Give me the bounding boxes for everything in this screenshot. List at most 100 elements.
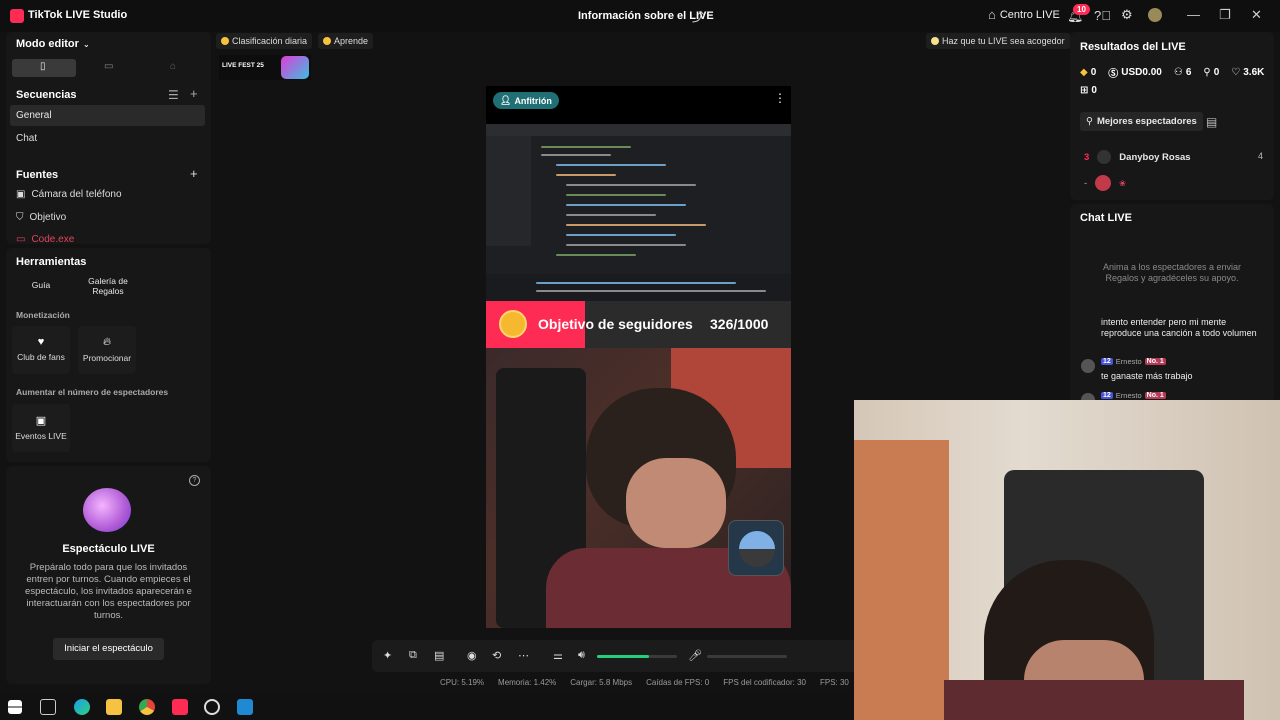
viewer-avatar — [1097, 150, 1112, 164]
task-view-icon[interactable] — [40, 699, 56, 715]
add-sequence-icon[interactable]: + — [190, 86, 198, 101]
mode-selector[interactable]: Modo editor ⌄ — [16, 38, 90, 50]
locked-mode-tab[interactable]: ⌂ — [144, 59, 208, 77]
source-label: Cámara del teléfono — [31, 189, 122, 200]
file-explorer-icon[interactable] — [106, 699, 122, 715]
tools-title: Herramientas — [16, 256, 87, 268]
start-show-button[interactable]: Iniciar el espectáculo — [53, 638, 164, 660]
monetization-title: Monetización — [16, 310, 70, 320]
rank-badge: No. 1 — [1144, 358, 1166, 365]
microphone-icon[interactable]: 🎤︎ — [688, 649, 702, 662]
fps-stat: FPS: 30 — [819, 678, 849, 687]
avatar[interactable] — [1148, 8, 1162, 22]
tool-guia[interactable]: Guía — [16, 280, 66, 290]
live-preview[interactable]: 👤︎ Anfitrión ⋮ Objetivo de seguidores 326… — [486, 86, 791, 628]
viewer-avatar — [1095, 175, 1112, 191]
bulb-icon — [931, 37, 939, 45]
coin-icon: Ⓢ — [1108, 69, 1119, 80]
chat-username[interactable]: Ernesto — [1116, 357, 1142, 366]
tip-chip[interactable]: Haz que tu LIVE sea acogedor — [926, 33, 1070, 49]
chat-message: intento entender pero mi mente reproduce… — [1101, 317, 1257, 338]
sequence-label: General — [16, 110, 52, 121]
record-icon[interactable]: ◉ — [467, 649, 477, 662]
heart-icon: ♥ — [37, 336, 45, 348]
results-panel: Resultados del LIVE ◆ 0 Ⓢ USD0.00 ⚇ 6 ⚲ 0 ♡ 3… — [1070, 32, 1274, 200]
top-viewers-tab[interactable]: ⚲ Mejores espectadores — [1080, 112, 1203, 131]
viewer-name: Danyboy Rosas — [1119, 151, 1191, 163]
close-icon[interactable]: ✕ — [1251, 7, 1262, 23]
landscape-mode-tab[interactable]: ▭ — [78, 59, 142, 77]
tiktok-live-studio-icon[interactable] — [172, 699, 188, 715]
portrait-mode-tab[interactable]: ▯ — [12, 59, 76, 77]
minimize-icon[interactable]: — — [1187, 7, 1200, 22]
tools-panel: Herramientas Guía Galería de Regalos Mon… — [6, 248, 211, 462]
sequence-item-chat[interactable]: Chat — [16, 133, 37, 144]
adjust-icon[interactable]: ⚌ — [553, 649, 563, 662]
tool-eventos-live[interactable]: ▣ Eventos LIVE — [12, 404, 70, 452]
sequence-item-general[interactable]: General — [10, 105, 205, 126]
speaker-icon[interactable]: 🔊︎ — [578, 649, 585, 662]
cpu-stat: CPU: 5.19% — [440, 678, 485, 687]
mic-slider[interactable] — [707, 655, 787, 658]
daily-ranking-chip[interactable]: Clasificación diaria — [216, 33, 313, 49]
edge-icon[interactable] — [74, 699, 90, 715]
diamond-icon: ◆ — [1080, 67, 1088, 78]
volume-slider[interactable] — [597, 655, 677, 658]
tool-promocionar[interactable]: 🔥︎ Promocionar — [78, 326, 136, 374]
chip-label: Clasificación diaria — [232, 36, 308, 46]
tool-label: Eventos LIVE — [15, 431, 67, 441]
guest-avatar[interactable] — [728, 520, 784, 576]
earnings-stat: Ⓢ USD0.00 — [1108, 65, 1162, 80]
stat-value: 0 — [1213, 67, 1220, 78]
replay-icon[interactable]: ⟲ — [492, 649, 501, 662]
source-item-camera[interactable]: ▣ Cámara del teléfono — [16, 189, 122, 200]
chrome-icon[interactable] — [139, 699, 155, 715]
chat-username[interactable]: Ernesto — [1116, 391, 1142, 400]
chat-user-row: 12 Ernesto No. 1 — [1101, 391, 1166, 400]
viewer-row[interactable]: 3 Danyboy Rosas — [1084, 150, 1191, 164]
centro-live-button[interactable]: ⌂ Centro LIVE — [988, 7, 1060, 22]
frame-icon[interactable]: ▤ — [434, 649, 444, 662]
calendar-icon: ▣ — [35, 415, 47, 427]
more-options-icon[interactable]: ⋮ — [774, 91, 786, 105]
help-icon[interactable]: ?⃝ — [1094, 8, 1111, 23]
code-editor-capture — [486, 124, 791, 302]
upload-stat: Cargar: 5.8 Mbps — [570, 678, 633, 687]
viewer-row[interactable]: - ❀ — [1084, 175, 1126, 191]
source-item-objetivo[interactable]: ⛉ Objetivo — [16, 212, 66, 223]
left-panel: Modo editor ⌄ ▯ ▭ ⌂ Secuencias ☰ + Gener… — [6, 32, 211, 684]
heart-icon: ♡ — [1231, 67, 1241, 78]
shield-icon: ⛉ — [16, 212, 24, 223]
chat-panel: Chat LIVE Anima a los espectadores a env… — [1070, 204, 1274, 402]
tool-galeria[interactable]: Galería de Regalos — [78, 276, 138, 296]
maximize-icon[interactable]: ❐ — [1219, 7, 1231, 23]
vscode-icon[interactable] — [237, 699, 253, 715]
live-fest-banner[interactable]: LIVE FEST 25 — [219, 55, 311, 80]
source-item-code[interactable]: ▭ Code.exe — [16, 234, 74, 245]
chip-label: Haz que tu LIVE sea acogedor — [942, 36, 1065, 46]
layout-icon[interactable]: ⧉ — [409, 649, 417, 662]
centro-live-label: Centro LIVE — [999, 8, 1060, 21]
settings-icon[interactable]: ⚙ — [1121, 7, 1133, 23]
obs-icon[interactable] — [204, 699, 220, 715]
more-icon[interactable]: ⋯ — [518, 649, 529, 662]
landscape-icon: ▭ — [104, 61, 114, 72]
list-view-icon[interactable]: ▤ — [1206, 115, 1217, 129]
os-taskbar — [0, 694, 854, 720]
new-followers-stat: ⚲ 0 — [1203, 67, 1219, 78]
user-icon: 👤︎ — [500, 95, 512, 105]
viewer-rank: 3 — [1084, 151, 1090, 163]
add-source-icon[interactable]: + — [190, 166, 198, 181]
share-icon[interactable]: ⤴ — [692, 8, 704, 25]
learn-chip[interactable]: Aprende — [318, 33, 374, 49]
chat-empty-hint: Anima a los espectadores a enviar Regalo… — [1102, 262, 1242, 283]
start-menu-icon[interactable] — [8, 700, 22, 714]
mode-label: Modo editor — [16, 38, 79, 50]
stat-value: USD0.00 — [1121, 67, 1162, 78]
tool-club-de-fans[interactable]: ♥ Club de fans — [12, 326, 70, 374]
help-icon[interactable]: ? — [189, 475, 200, 486]
magic-wand-icon[interactable]: ✦ — [383, 649, 392, 662]
chat-avatar — [1081, 359, 1095, 373]
results-title: Resultados del LIVE — [1080, 41, 1186, 53]
list-icon[interactable]: ☰ — [168, 88, 179, 102]
